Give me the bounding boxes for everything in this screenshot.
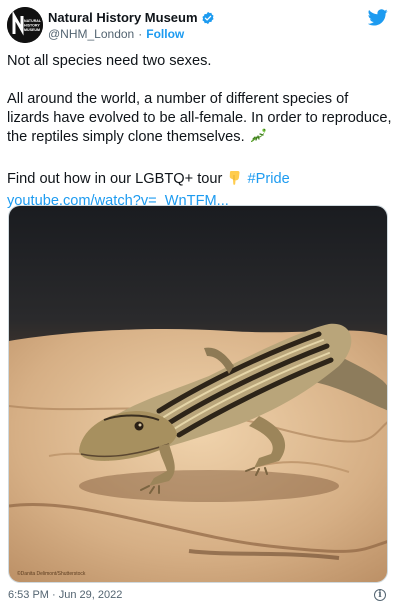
backhand-index-pointing-down-icon (226, 169, 243, 192)
tweet-paragraph-2: All around the world, a number of differ… (7, 90, 393, 150)
nhm-logo: NATURAL HISTORY MUSEUM (7, 7, 43, 43)
twitter-bird-icon[interactable] (367, 9, 388, 31)
tweet-paragraph-2-text: All around the world, a number of differ… (7, 91, 392, 145)
tweet-timestamp[interactable]: 6:53 PM · Jun 29, 2022 (8, 589, 122, 601)
verified-badge-icon (201, 11, 215, 25)
info-icon[interactable]: i (374, 589, 386, 601)
svg-text:NATURAL: NATURAL (24, 19, 42, 23)
author-display-name[interactable]: Natural History Museum (48, 10, 198, 25)
author-avatar[interactable]: NATURAL HISTORY MUSEUM (7, 7, 43, 43)
lizard-photo (9, 206, 387, 582)
svg-text:HISTORY: HISTORY (24, 24, 40, 28)
author-name-row: Natural History Museum (48, 10, 215, 25)
tweet-photo[interactable]: ©Danita Delimont/Shutterstock (8, 205, 388, 583)
follow-button[interactable]: Follow (146, 27, 184, 41)
author-handle-row: @NHM_London · Follow (48, 27, 184, 41)
tweet-body: Not all species need two sexes. All arou… (7, 52, 393, 211)
tweet-paragraph-3-text: Find out how in our LGBTQ+ tour (7, 171, 223, 187)
photo-credit: ©Danita Delimont/Shutterstock (17, 571, 86, 577)
tweet-paragraph-1: Not all species need two sexes. (7, 53, 212, 69)
pride-hashtag-link[interactable]: #Pride (248, 171, 290, 187)
svg-text:MUSEUM: MUSEUM (24, 28, 40, 32)
separator-dot: · (138, 27, 143, 41)
lizard-emoji-icon (249, 128, 267, 150)
author-handle[interactable]: @NHM_London (48, 27, 134, 41)
tweet-card: NATURAL HISTORY MUSEUM Natural History M… (0, 0, 400, 602)
